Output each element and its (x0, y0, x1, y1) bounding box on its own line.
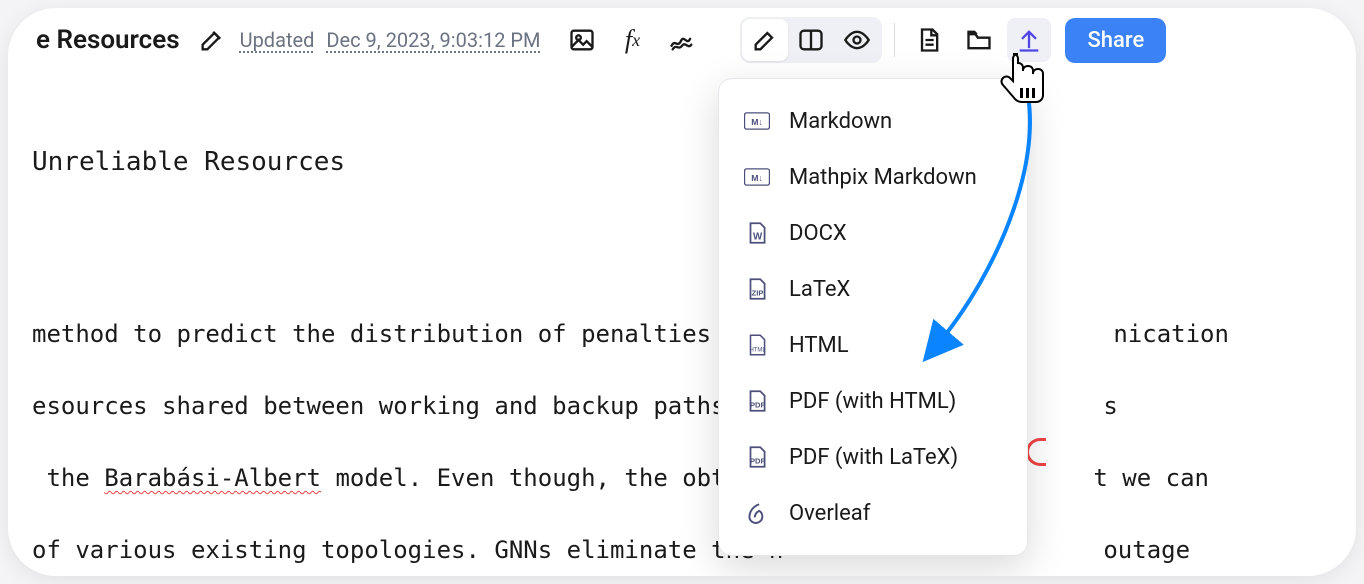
body-line: esources shared between working and back… (32, 388, 1332, 424)
image-icon[interactable] (560, 18, 604, 62)
export-docx[interactable]: W DOCX (719, 205, 1027, 261)
svg-text:PDF: PDF (750, 457, 766, 466)
html-icon: HTML (743, 331, 771, 359)
export-item-label: Mathpix Markdown (789, 165, 977, 190)
export-item-label: Overleaf (789, 501, 870, 526)
docx-icon: W (743, 219, 771, 247)
export-dropdown: M↓ Markdown M↓ Mathpix Markdown W DOCX Z… (718, 78, 1028, 556)
export-item-label: PDF (with LaTeX) (789, 445, 958, 470)
export-markdown[interactable]: M↓ Markdown (719, 93, 1027, 149)
export-item-label: DOCX (789, 221, 847, 246)
export-item-label: LaTeX (789, 277, 850, 302)
export-mathpix-markdown[interactable]: M↓ Mathpix Markdown (719, 149, 1027, 205)
svg-text:M↓: M↓ (751, 173, 763, 183)
top-toolbar: e Resources Updated Dec 9, 2023, 9:03:12… (8, 8, 1356, 72)
body-line: method to predict the distribution of pe… (32, 316, 1332, 352)
export-html[interactable]: HTML HTML (719, 317, 1027, 373)
svg-text:M↓: M↓ (751, 117, 763, 127)
zip-icon: ZIP (743, 275, 771, 303)
edit-title-icon[interactable] (190, 18, 234, 62)
export-latex[interactable]: ZIP LaTeX (719, 261, 1027, 317)
overleaf-icon (743, 499, 771, 527)
app-card: e Resources Updated Dec 9, 2023, 9:03:12… (8, 8, 1356, 576)
export-button[interactable] (1007, 18, 1051, 62)
timestamp: Dec 9, 2023, 9:03:12 PM (326, 28, 540, 52)
updated-label: Updated (240, 28, 315, 52)
scribble-icon[interactable] (660, 18, 704, 62)
editor-content[interactable]: Unreliable Resources method to predict t… (8, 108, 1356, 576)
edit-mode-icon[interactable] (742, 19, 788, 61)
separator (894, 23, 895, 57)
svg-text:W: W (753, 232, 763, 243)
export-pdf-html[interactable]: PDF PDF (with HTML) (719, 373, 1027, 429)
svg-text:HTML: HTML (749, 348, 766, 354)
split-view-icon[interactable] (788, 19, 834, 61)
document-title: e Resources (36, 25, 180, 55)
export-item-label: HTML (789, 333, 849, 358)
share-button[interactable]: Share (1065, 18, 1166, 63)
pdf-icon: PDF (743, 387, 771, 415)
pdf-icon: PDF (743, 443, 771, 471)
export-item-label: Markdown (789, 109, 892, 134)
export-overleaf[interactable]: Overleaf (719, 485, 1027, 541)
markdown-icon: M↓ (743, 107, 771, 135)
view-mode-group (740, 17, 882, 63)
body-line: of various existing topologies. GNNs eli… (32, 532, 1332, 568)
svg-text:ZIP: ZIP (752, 289, 764, 298)
body-line: the Barabási-Albert model. Even though, … (32, 460, 1332, 496)
export-pdf-latex[interactable]: PDF PDF (with LaTeX) (719, 429, 1027, 485)
folder-icon[interactable] (957, 18, 1001, 62)
export-item-label: PDF (with HTML) (789, 389, 956, 414)
svg-text:PDF: PDF (750, 401, 766, 410)
document-icon[interactable] (907, 18, 951, 62)
markdown-icon: M↓ (743, 163, 771, 191)
preview-icon[interactable] (834, 19, 880, 61)
formula-icon[interactable]: fx (610, 18, 654, 62)
doc-heading: Unreliable Resources (32, 144, 1332, 180)
